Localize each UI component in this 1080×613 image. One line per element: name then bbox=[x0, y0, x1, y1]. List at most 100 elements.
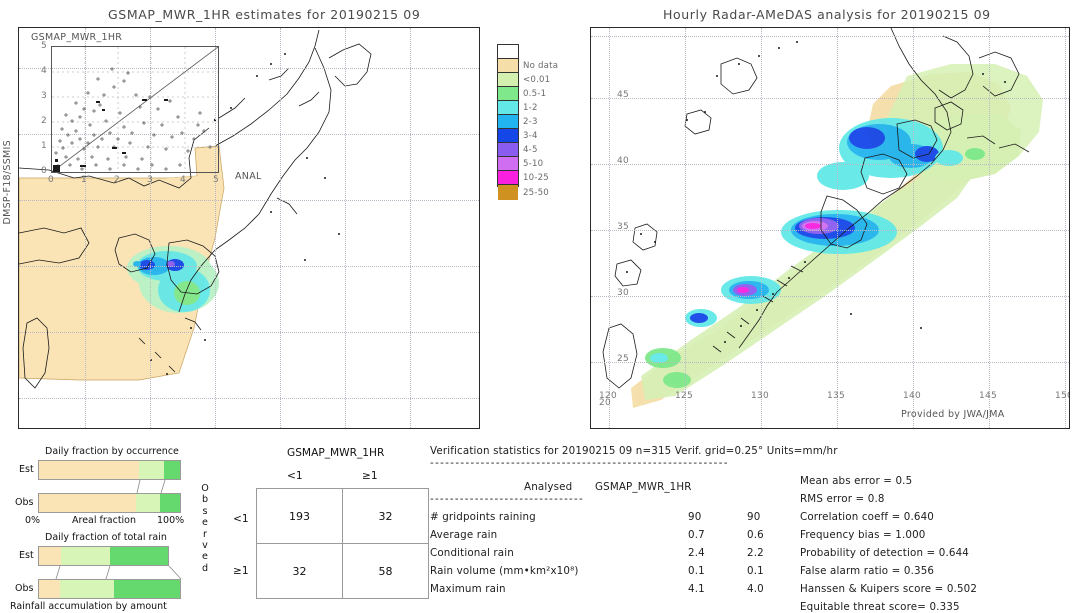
map-gridline bbox=[685, 28, 686, 428]
verification-score: Frequency bias = 1.000 bbox=[800, 529, 926, 541]
contingency-table: 193 32 32 58 bbox=[256, 488, 429, 599]
map-gridline bbox=[591, 164, 1069, 165]
map-gridline bbox=[1065, 28, 1066, 428]
observed-axis-label: O b s e r v e d bbox=[200, 483, 210, 574]
scatter-y-tick: 5 bbox=[41, 41, 48, 51]
right-map[interactable]: 45 40 35 30 25 20 120 125 130 135 140 14… bbox=[590, 27, 1070, 429]
verification-row-estimate: 2.2 bbox=[747, 547, 764, 559]
observed-letter: O bbox=[201, 483, 209, 494]
colorbar-band: <0.01 bbox=[498, 72, 550, 86]
left-map[interactable]: GSMAP_MWR_1HR 5 4 3 2 1 0 0 1 2 3 4 5 AN… bbox=[18, 27, 480, 429]
colorbar-band: 4-5 bbox=[498, 142, 537, 156]
colorbar-band-label: 10-25 bbox=[523, 172, 549, 183]
verification-row-analysed: 0.1 bbox=[688, 565, 705, 577]
verification-rule: ----------------------------------------… bbox=[430, 457, 729, 469]
colorbar-band-label: 0.5-1 bbox=[523, 88, 547, 99]
scatter-y-tick: 2 bbox=[41, 116, 48, 126]
colorbar-band: 1-2 bbox=[498, 100, 537, 114]
right-map-graphics bbox=[602, 28, 1043, 408]
bar-segment bbox=[164, 461, 180, 479]
colorbar-band: 2-3 bbox=[498, 114, 537, 128]
bar-segment bbox=[113, 580, 180, 598]
verification-row-estimate: 90 bbox=[747, 511, 761, 523]
verification-row-label: # gridpoints raining bbox=[430, 511, 536, 523]
observed-letter: d bbox=[201, 562, 209, 574]
colorbar-band: 25-50 bbox=[498, 184, 549, 200]
map-gridline bbox=[591, 36, 1069, 37]
map-gridline bbox=[591, 230, 1069, 231]
observed-letter: v bbox=[202, 540, 208, 552]
bar-segment bbox=[60, 580, 114, 598]
colorbar-band-label: No data bbox=[523, 60, 559, 71]
colorbar-band: 10-25 bbox=[498, 170, 549, 184]
colorbar-band: 5-10 bbox=[498, 156, 543, 170]
verification-row-analysed: 2.4 bbox=[688, 547, 705, 559]
verification-score: Correlation coeff = 0.640 bbox=[800, 511, 934, 523]
occurrence-bar-est bbox=[38, 460, 181, 480]
bar-segment bbox=[39, 580, 61, 598]
observed-letter: r bbox=[203, 528, 207, 540]
occurrence-connectors bbox=[136, 480, 166, 493]
verification-score: False alarm ratio = 0.356 bbox=[800, 565, 935, 577]
verification-score: Equitable threat score= 0.335 bbox=[800, 601, 960, 613]
occurrence-x-min: 0% bbox=[25, 515, 41, 526]
map-gridline bbox=[761, 28, 762, 428]
bar-segment bbox=[160, 494, 180, 512]
totalrain-bar-obs bbox=[38, 579, 181, 599]
occurrence-x-label: Areal fraction bbox=[72, 515, 137, 526]
colorbar-band bbox=[498, 45, 518, 58]
bar-segment bbox=[39, 461, 140, 479]
bar-segment bbox=[60, 547, 110, 565]
map-gridline bbox=[19, 332, 479, 333]
scatter-x-tick: 1 bbox=[81, 175, 88, 185]
occurrence-bar-obs bbox=[38, 493, 181, 513]
observed-letter: e bbox=[202, 517, 208, 529]
lat-tick-label: 30 bbox=[617, 288, 630, 298]
verification-score: RMS error = 0.8 bbox=[800, 493, 885, 505]
contingency-cell: 58 bbox=[342, 543, 429, 599]
scatter-x-tick: 5 bbox=[213, 175, 220, 185]
map-gridline bbox=[609, 28, 610, 428]
left-panel-y-axis-label: DMSP-F18/SSMIS bbox=[2, 140, 13, 225]
occurrence-row-label-obs: Obs bbox=[15, 497, 34, 508]
verification-row-label: Maximum rain bbox=[430, 583, 506, 595]
bar-segment bbox=[39, 494, 137, 512]
map-gridline bbox=[989, 28, 990, 428]
map-gridline bbox=[19, 266, 479, 267]
verification-row-estimate: 4.0 bbox=[747, 583, 764, 595]
bar-segment bbox=[39, 547, 61, 565]
colorbar-band: 3-4 bbox=[498, 128, 537, 142]
totalrain-chart-title: Daily fraction of total rain bbox=[45, 532, 167, 543]
map-gridline bbox=[591, 98, 1069, 99]
occurrence-chart-title: Daily fraction by occurrence bbox=[45, 446, 179, 457]
map-gridline bbox=[410, 28, 411, 428]
map-gridline bbox=[19, 200, 479, 201]
verification-row-label: Conditional rain bbox=[430, 547, 514, 559]
totalrain-row-label-obs: Obs bbox=[15, 583, 34, 594]
observed-letter: b bbox=[201, 494, 209, 506]
scatter-inset[interactable] bbox=[51, 46, 219, 173]
bar-segment bbox=[136, 494, 161, 512]
verification-row-estimate: 0.6 bbox=[747, 529, 764, 541]
observed-letter: e bbox=[202, 551, 208, 563]
lat-tick-label: 40 bbox=[617, 156, 630, 166]
totalrain-caption: Rainfall accumulation by amount bbox=[10, 601, 167, 612]
totalrain-bar-est bbox=[38, 546, 169, 566]
lon-tick-label: 140 bbox=[903, 391, 922, 401]
colorbar-band-label: 25-50 bbox=[523, 187, 549, 198]
occurrence-x-max: 100% bbox=[157, 515, 185, 526]
verification-score: Probability of detection = 0.644 bbox=[800, 547, 969, 559]
verification-col-header-estimate: GSMAP_MWR_1HR bbox=[595, 481, 692, 493]
map-gridline bbox=[591, 296, 1069, 297]
bar-segment bbox=[139, 461, 165, 479]
scatter-x-tick: 4 bbox=[180, 175, 187, 185]
map-gridline bbox=[280, 28, 281, 428]
map-gridline bbox=[913, 28, 914, 428]
colorbar-band-label: 2-3 bbox=[523, 116, 538, 127]
bar-segment bbox=[109, 547, 168, 565]
map-credit: Provided by JWA/JMA bbox=[901, 409, 1005, 420]
lon-tick-label: 145 bbox=[979, 391, 998, 401]
verification-row-analysed: 90 bbox=[688, 511, 702, 523]
left-panel-title: GSMAP_MWR_1HR estimates for 20190215 09 bbox=[108, 7, 421, 22]
lat-tick-label: 35 bbox=[617, 222, 630, 232]
